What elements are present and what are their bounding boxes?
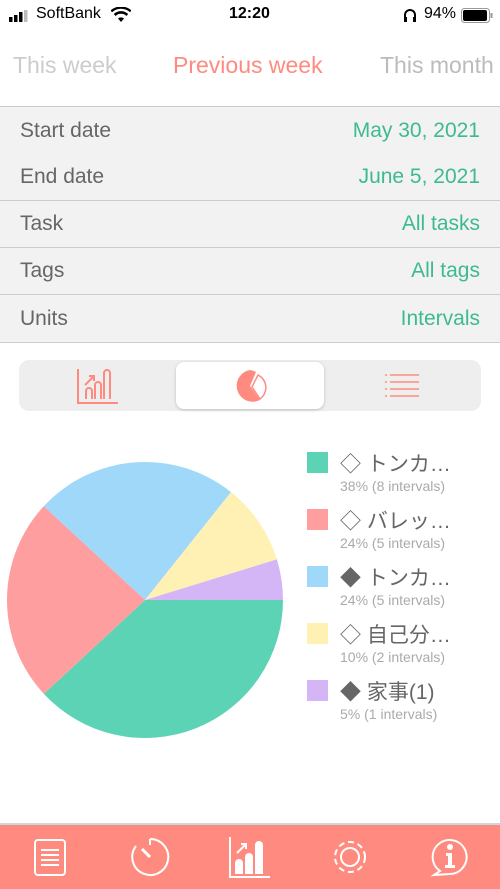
- tab-info[interactable]: [428, 835, 472, 879]
- legend-swatch: [307, 623, 328, 644]
- pie-chart-icon: [236, 369, 267, 402]
- document-icon: [34, 839, 66, 876]
- bar-chart-icon: [77, 368, 118, 404]
- gear-icon: [334, 841, 366, 873]
- tab-statistics[interactable]: [228, 835, 272, 879]
- clock: 12:20: [229, 5, 270, 22]
- pie-view-button[interactable]: [176, 362, 324, 409]
- row-value: Intervals: [400, 306, 480, 330]
- legend-detail: 5% (1 intervals): [340, 706, 438, 722]
- row-label: Units: [20, 306, 68, 330]
- pie-chart: [6, 461, 284, 738]
- filter-list: Start date May 30, 2021 End date June 5, 2…: [0, 106, 500, 343]
- legend-label: ◆ トンカ…: [340, 567, 451, 590]
- tab-bar: [0, 823, 500, 889]
- row-value: June 5, 2021: [358, 165, 480, 188]
- row-label: Task: [20, 212, 64, 235]
- period-this-month[interactable]: This month: [380, 52, 494, 79]
- tab-records[interactable]: [28, 835, 72, 879]
- tab-settings[interactable]: [328, 835, 372, 879]
- legend-detail: 10% (2 intervals): [340, 649, 446, 665]
- row-value: All tasks: [401, 212, 480, 235]
- view-mode-control: [19, 360, 481, 411]
- list-icon: [385, 373, 419, 397]
- battery-percent: 94%: [424, 5, 457, 22]
- stats-icon: [229, 837, 270, 878]
- status-bar: SoftBank 12:20 94%: [0, 0, 500, 30]
- info-icon: [430, 839, 468, 877]
- row-value: All tags: [411, 259, 480, 282]
- legend-swatch: [307, 680, 328, 701]
- signal-icon: [9, 10, 28, 22]
- bar-view-button[interactable]: [24, 362, 172, 409]
- timer-icon: [131, 837, 170, 876]
- legend-label: ◇ 自己分…: [340, 624, 451, 647]
- tags-row[interactable]: Tags All tags: [0, 248, 500, 295]
- battery-icon: [461, 8, 493, 23]
- legend-label: ◆ 家事(1): [340, 681, 435, 704]
- legend-swatch: [307, 566, 328, 587]
- legend-detail: 38% (8 intervals): [340, 478, 446, 494]
- legend-swatch: [307, 452, 328, 473]
- period-selector[interactable]: This week Previous week This month: [0, 50, 500, 84]
- tab-timer[interactable]: [128, 835, 172, 879]
- period-this-week[interactable]: This week: [13, 52, 117, 79]
- units-row[interactable]: Units Intervals: [0, 295, 500, 342]
- legend-swatch: [307, 509, 328, 530]
- end-date-row[interactable]: End date June 5, 2021: [0, 154, 500, 201]
- start-date-row[interactable]: Start date May 30, 2021: [0, 107, 500, 154]
- row-label: Start date: [20, 118, 112, 142]
- legend-detail: 24% (5 intervals): [340, 592, 446, 608]
- headphones-icon: [404, 9, 416, 22]
- task-row[interactable]: Task All tasks: [0, 201, 500, 248]
- list-view-button[interactable]: [328, 362, 476, 409]
- row-value: May 30, 2021: [352, 118, 480, 142]
- period-previous-week[interactable]: Previous week: [173, 52, 323, 79]
- row-label: Tags: [20, 259, 65, 282]
- wifi-icon: [111, 7, 131, 22]
- legend-label: ◇ バレッ…: [340, 510, 451, 533]
- legend-detail: 24% (5 intervals): [340, 535, 446, 551]
- row-label: End date: [20, 165, 105, 188]
- carrier: SoftBank: [36, 5, 101, 22]
- legend-label: ◇ トンカ…: [340, 453, 451, 476]
